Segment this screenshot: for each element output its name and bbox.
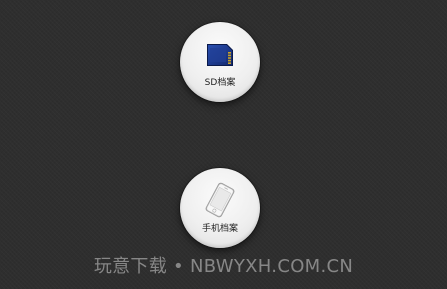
sd-archive-button[interactable]: SD档案 xyxy=(180,22,260,102)
phone-archive-button[interactable]: 手机档案 xyxy=(180,168,260,248)
smartphone-icon xyxy=(180,182,260,218)
sd-card-icon xyxy=(180,42,260,68)
archive-selection-screen: SD档案 手机档案 玩意下载 • NBWYXH.COM.CN xyxy=(0,0,447,289)
sd-archive-label: SD档案 xyxy=(204,78,236,88)
phone-archive-label: 手机档案 xyxy=(201,224,238,234)
watermark-text: 玩意下载 • NBWYXH.COM.CN xyxy=(93,256,354,277)
